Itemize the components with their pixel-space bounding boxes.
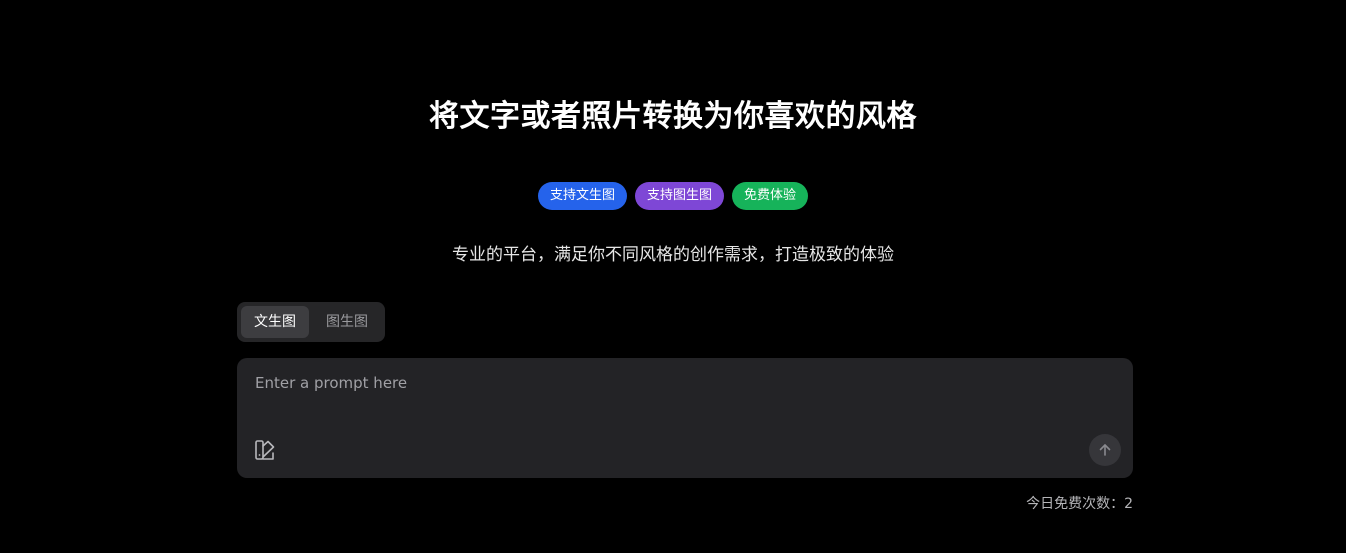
prompt-box xyxy=(237,358,1133,478)
badge-text-to-image: 支持文生图 xyxy=(537,182,627,210)
quota-label: 今日免费次数： xyxy=(1026,496,1125,512)
tab-text-to-image[interactable]: 文生图 xyxy=(241,306,309,338)
page-title: 将文字或者照片转换为你喜欢的风格 xyxy=(429,99,917,134)
tab-image-to-image[interactable]: 图生图 xyxy=(313,306,381,338)
badge-free-trial: 免费体验 xyxy=(732,182,809,210)
send-button[interactable] xyxy=(1089,434,1121,466)
brush-palette-icon[interactable] xyxy=(253,438,277,462)
daily-free-quota: 今日免费次数：2 xyxy=(237,494,1133,514)
badge-image-to-image: 支持图生图 xyxy=(634,182,724,210)
quota-count: 2 xyxy=(1124,496,1133,512)
mode-tabs: 文生图 图生图 xyxy=(237,302,385,342)
arrow-up-icon xyxy=(1097,442,1113,458)
page-subtitle: 专业的平台，满足你不同风格的创作需求，打造极致的体验 xyxy=(452,245,894,265)
prompt-input[interactable] xyxy=(255,370,1115,396)
feature-badges: 支持文生图 支持图生图 免费体验 xyxy=(0,182,1346,210)
page: 将文字或者照片转换为你喜欢的风格 支持文生图 支持图生图 免费体验 专业的平台，… xyxy=(0,0,1346,553)
